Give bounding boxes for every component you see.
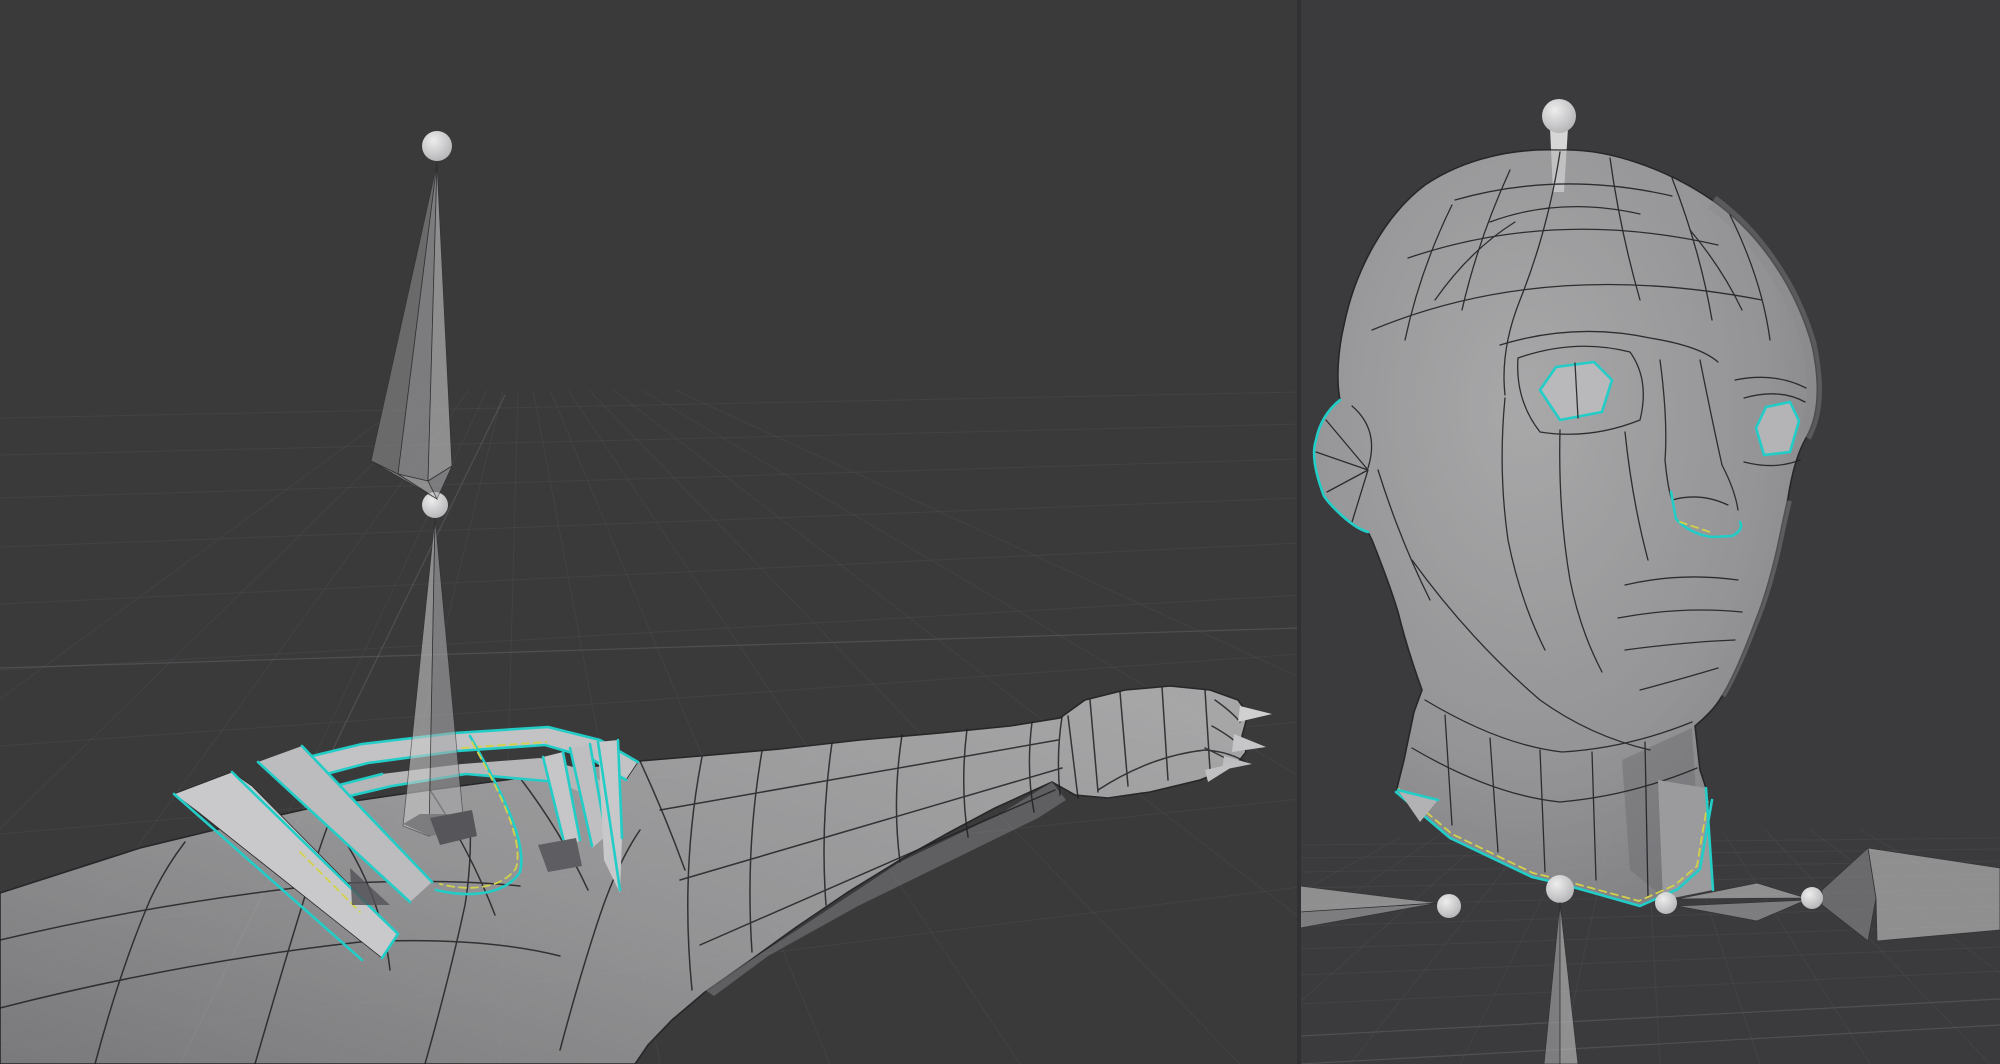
viewport-divider (1297, 0, 1301, 1064)
spine-bone[interactable] (1544, 875, 1578, 1064)
armature-bone-lower[interactable] (403, 517, 466, 836)
armature-bone-upper[interactable] (371, 163, 452, 499)
finger-tip-spike (1232, 734, 1266, 752)
viewport-split-screenshot (0, 0, 2000, 1064)
torso-arm-mesh[interactable] (0, 686, 1272, 1064)
viewport-right[interactable] (1300, 0, 2000, 1064)
viewport-left[interactable] (0, 0, 1300, 1064)
bone-tip-sphere[interactable] (422, 131, 452, 161)
finger-tip-spike (1238, 706, 1272, 722)
head-mesh[interactable] (1314, 150, 1817, 906)
